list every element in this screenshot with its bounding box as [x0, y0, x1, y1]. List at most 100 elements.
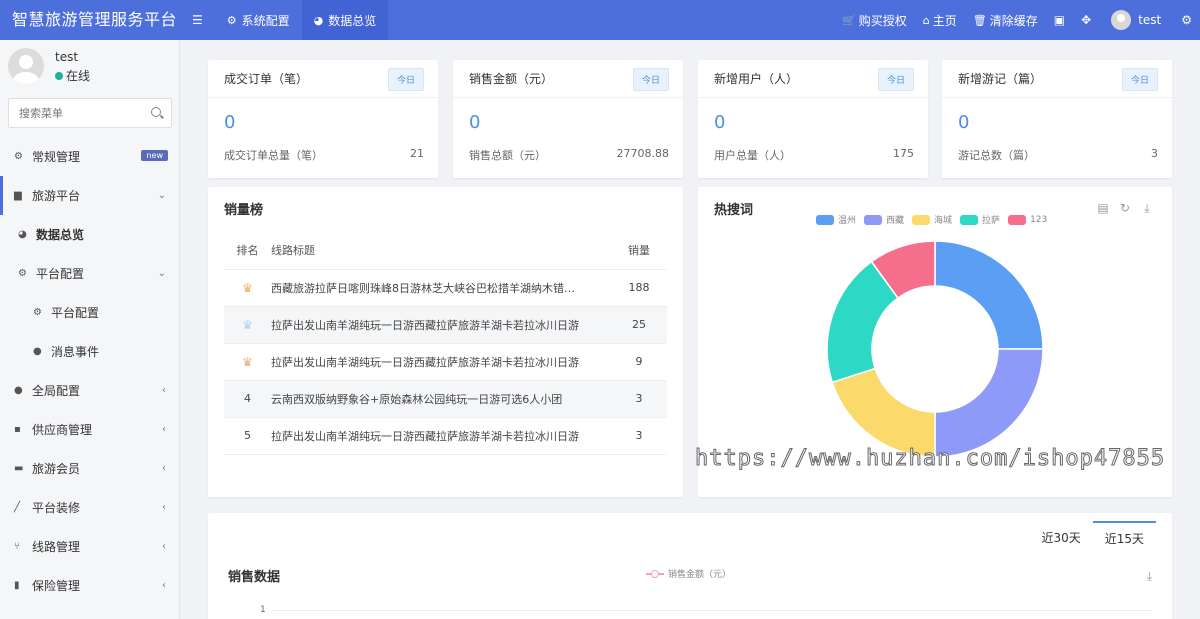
sidebar-item-routes[interactable]: ⑂ 线路管理 ‹ — [0, 527, 180, 566]
chevron-down-icon: ⌄ — [157, 190, 166, 201]
y-tick-label: 1 — [260, 605, 266, 615]
sidebar-item-data-overview[interactable]: ◕ 数据总览 — [0, 215, 180, 254]
sales-count: 3 — [611, 380, 667, 418]
sidebar-username: test — [55, 50, 79, 64]
sidebar-item-insurance[interactable]: ▮ 保险管理 ‹ — [0, 566, 180, 605]
sales-count: 9 — [611, 343, 667, 381]
gears-icon: ⚙ — [14, 151, 23, 162]
contact-icon: ▪ — [14, 424, 21, 435]
rank-number: 5 — [224, 417, 271, 455]
sales-count: 3 — [611, 417, 667, 455]
sidebar-item-platform-config[interactable]: ⚙ 平台配置 ⌄ — [0, 254, 180, 293]
chevron-down-icon: ⌄ — [157, 268, 166, 279]
gear-icon: ⚙ — [226, 13, 237, 27]
sidebar-item-global-config[interactable]: ● 全局配置 ‹ — [0, 371, 180, 410]
range-tabs: 近30天 近15天 — [1029, 521, 1156, 555]
stat-card-travelogues: 新增游记（篇） 今日 0 游记总数（篇） 3 — [942, 60, 1172, 178]
download-icon[interactable]: ⤓ — [1147, 569, 1152, 584]
rank-number: 4 — [224, 380, 271, 418]
today-tag: 今日 — [387, 68, 424, 91]
chevron-left-icon: ‹ — [162, 385, 166, 396]
sidebar-item-message-events[interactable]: ● 消息事件 — [0, 332, 180, 371]
watermark-text: https://www.huzhan.com/ishop47855 — [694, 446, 1166, 472]
sidebar-item-travel-platform[interactable]: ▆ 旅游平台 ⌄ — [0, 176, 180, 215]
today-tag: 今日 — [632, 68, 669, 91]
top-navbar: 智慧旅游管理服务平台 ☰ ⚙ 系统配置 ◕ 数据总览 🛒 购买授权 ⌂ 主页 🗑 清除缓存… — [0, 0, 1200, 40]
brand-title: 智慧旅游管理服务平台 — [12, 10, 178, 29]
language-icon: ▣ — [1053, 13, 1066, 27]
online-dot-icon — [55, 71, 63, 80]
id-card-icon: ▬ — [14, 463, 24, 474]
tab-15-days[interactable]: 近15天 — [1092, 521, 1156, 555]
sidebar-item-platform-config-sub[interactable]: ⚙ 平台配置 — [0, 293, 180, 332]
sidebar-item-general[interactable]: ⚙ 常规管理 new — [0, 137, 180, 176]
settings-button[interactable]: ⚙ — [1173, 0, 1200, 40]
tab-30-days[interactable]: 近30天 — [1029, 521, 1092, 555]
user-menu[interactable]: test — [1099, 0, 1173, 40]
chevron-left-icon: ‹ — [162, 580, 166, 591]
sales-count: 25 — [611, 306, 667, 344]
alert-icon: ● — [14, 385, 23, 396]
column-header: 排名 — [224, 232, 271, 270]
topnav-system-config[interactable]: ⚙ 系统配置 — [215, 0, 302, 40]
search-icon[interactable] — [151, 107, 161, 117]
gears-icon: ⚙ — [1181, 13, 1192, 27]
dashboard-icon: ◕ — [18, 229, 27, 240]
today-tag: 今日 — [877, 68, 914, 91]
language-button[interactable]: ▣ — [1046, 0, 1073, 40]
avatar — [8, 48, 44, 84]
route-title[interactable]: 拉萨出发山南羊湖纯玩一日游西藏拉萨旅游羊湖卡若拉冰川日游 — [271, 428, 579, 444]
sidebar-item-members[interactable]: ▬ 旅游会员 ‹ — [0, 449, 180, 488]
gear-icon: ⚙ — [33, 307, 42, 318]
brush-icon: ╱ — [14, 502, 21, 513]
stat-card-users: 新增用户（人） 今日 0 用户总量（人） 175 — [698, 60, 928, 178]
table-row: 4 云南西双版纳野象谷+原始森林公园纯玩一日游可选6人小团 3 — [224, 380, 667, 418]
table-row: ♛ 西藏旅游拉萨日喀则珠峰8日游林芝大峡谷巴松措羊湖纳木错8日游 188 — [224, 269, 667, 307]
stat-card-sales: 销售金额（元） 今日 0 销售总额（元） 27708.88 — [453, 60, 683, 178]
column-header: 销量 — [611, 232, 667, 270]
sidebar-item-decoration[interactable]: ╱ 平台装修 ‹ — [0, 488, 180, 527]
comment-icon: ● — [33, 346, 42, 357]
avatar — [1111, 10, 1132, 30]
buy-license-link[interactable]: 🛒 购买授权 — [834, 0, 915, 40]
chart-gridline — [272, 610, 1152, 611]
dashboard-icon: ◕ — [313, 13, 324, 27]
table-row: ♛ 拉萨出发山南羊湖纯玩一日游西藏拉萨旅游羊湖卡若拉冰川日游 9 — [224, 343, 667, 381]
ranking-panel: 销量榜 排名 线路标题 销量 ♛ 西藏旅游拉萨日喀则珠峰8日游林芝大峡谷巴松措羊… — [208, 187, 683, 497]
pie-slice-温州[interactable] — [934, 240, 1044, 350]
online-status: 在线 — [55, 67, 90, 84]
menu-search — [8, 98, 172, 128]
stat-total: 21 — [410, 147, 424, 160]
route-title[interactable]: 拉萨出发山南羊湖纯玩一日游西藏拉萨旅游羊湖卡若拉冰川日游 — [271, 354, 579, 370]
main-content: 成交订单（笔） 今日 0 成交订单总量（笔） 21 销售金额（元） 今日 0 销售总… — [180, 40, 1200, 619]
table-row: 5 拉萨出发山南羊湖纯玩一日游西藏拉萨旅游羊湖卡若拉冰川日游 3 — [224, 417, 667, 455]
fullscreen-button[interactable]: ✥ — [1073, 0, 1099, 40]
gold-crown-icon: ♛ — [242, 280, 253, 295]
chevron-left-icon: ‹ — [162, 463, 166, 474]
silver-crown-icon: ♛ — [242, 317, 253, 332]
pie-slice-海城[interactable] — [831, 367, 936, 458]
pie-slice-西藏[interactable] — [934, 348, 1044, 458]
sidebar-toggle-button[interactable]: ☰ — [180, 0, 215, 40]
chevron-left-icon: ‹ — [162, 424, 166, 435]
stat-value: 0 — [958, 112, 970, 133]
stat-title: 成交订单（笔） — [224, 72, 309, 86]
stat-value: 0 — [714, 112, 726, 133]
stat-total: 27708.88 — [616, 147, 670, 160]
sidebar-menu: ⚙ 常规管理 new ▆ 旅游平台 ⌄ ◕ 数据总览 ⚙ 平台配置 ⌄ ⚙ 平台配置 ● 消息事件… — [0, 137, 180, 605]
search-input[interactable] — [9, 99, 139, 127]
route-title[interactable]: 西藏旅游拉萨日喀则珠峰8日游林芝大峡谷巴松措羊湖纳木错8日游 — [271, 280, 581, 296]
topnav-data-overview[interactable]: ◕ 数据总览 — [301, 0, 389, 40]
sidebar-item-supplier[interactable]: ▪ 供应商管理 ‹ — [0, 410, 180, 449]
sales-panel: 近30天 近15天 销售数据 销售金额（元） ⤓ 1 — [208, 513, 1172, 619]
usb-icon: ⑂ — [14, 541, 20, 552]
route-title[interactable]: 拉萨出发山南羊湖纯玩一日游西藏拉萨旅游羊湖卡若拉冰川日游 — [271, 317, 579, 333]
home-icon: ⌂ — [922, 13, 930, 27]
clear-cache-link[interactable]: 🗑 清除缓存 — [965, 0, 1046, 40]
route-title[interactable]: 云南西双版纳野象谷+原始森林公园纯玩一日游可选6人小团 — [271, 391, 562, 407]
stat-value: 0 — [469, 112, 481, 133]
stat-total: 175 — [893, 147, 914, 160]
panel-title: 销量榜 — [224, 203, 264, 218]
ranking-table: 排名 线路标题 销量 ♛ 西藏旅游拉萨日喀则珠峰8日游林芝大峡谷巴松措羊湖纳木错… — [224, 232, 667, 455]
home-link[interactable]: ⌂ 主页 — [915, 0, 965, 40]
